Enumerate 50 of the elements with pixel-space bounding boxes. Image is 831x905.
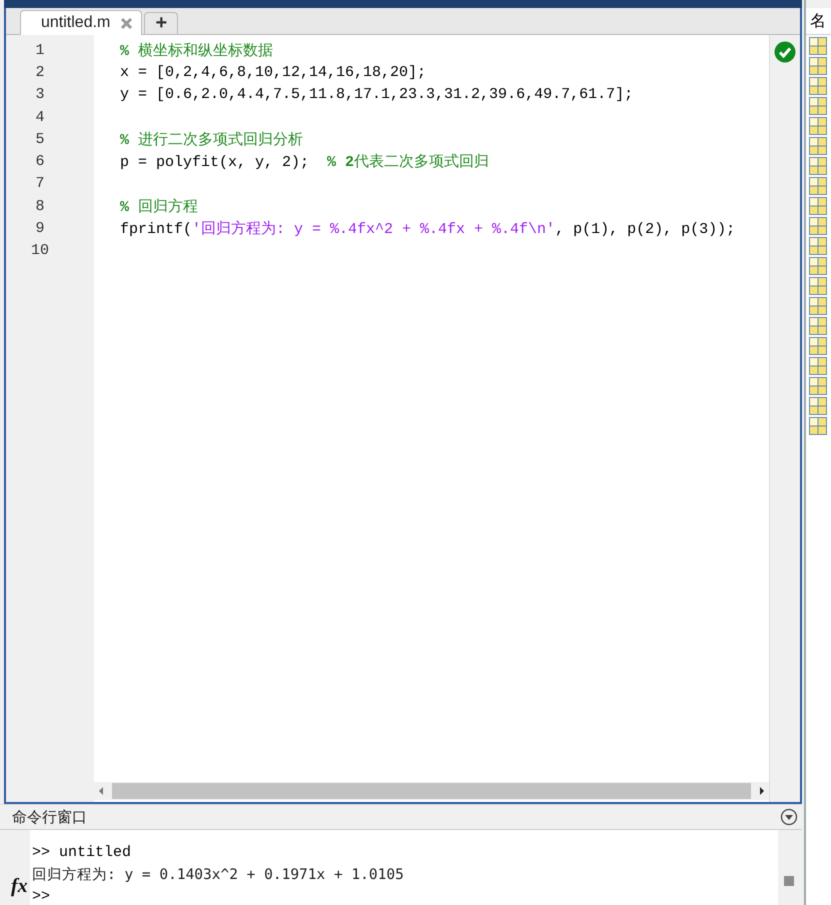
variable-icon[interactable] (809, 117, 827, 135)
code-line: % 回归方程 (120, 197, 198, 216)
dropdown-icon[interactable] (780, 808, 798, 826)
line-number: 6 (34, 153, 46, 170)
panel-title: 命令行窗口 (12, 808, 87, 826)
line-number: 1 (34, 42, 46, 59)
column-header[interactable]: 名 (806, 8, 831, 35)
variable-icon[interactable] (809, 177, 827, 195)
file-tab[interactable]: untitled.m (20, 10, 142, 35)
variable-icon[interactable] (809, 277, 827, 295)
variable-icon[interactable] (809, 197, 827, 215)
code-line: p = polyfit(x, y, 2); % 2代表二次多项式回归 (120, 152, 490, 172)
command-text: >> (32, 888, 50, 905)
variable-icon[interactable] (809, 417, 827, 435)
variable-icon[interactable] (809, 357, 827, 375)
variable-icon[interactable] (809, 97, 827, 115)
variable-icon[interactable] (809, 137, 827, 155)
variable-icon[interactable] (809, 297, 827, 315)
horizontal-scrollbar[interactable] (94, 782, 769, 800)
close-icon[interactable] (120, 16, 134, 30)
line-number: 8 (34, 198, 46, 215)
variable-icon[interactable] (809, 317, 827, 335)
line-number: 10 (30, 242, 50, 260)
command-text: >> untitled (32, 844, 132, 861)
variable-icon[interactable] (809, 257, 827, 275)
scroll-thumb[interactable] (112, 783, 751, 799)
variable-icon[interactable] (809, 217, 827, 235)
line-number: 2 (34, 64, 46, 81)
variable-icon[interactable] (809, 337, 827, 355)
line-number: 5 (34, 130, 46, 148)
code-line: % 进行二次多项式回归分析 (120, 130, 304, 149)
scroll-thumb[interactable] (784, 876, 794, 886)
code-line: % 横坐标和纵坐标数据 (120, 42, 274, 60)
line-number: 4 (34, 108, 46, 126)
variable-icon[interactable] (809, 57, 827, 75)
line-number: 3 (34, 86, 46, 104)
variable-icon[interactable] (809, 397, 827, 415)
line-number: 7 (34, 175, 46, 192)
function-label[interactable]: fx (11, 875, 28, 898)
variable-icon[interactable] (809, 157, 827, 175)
line-number: 9 (34, 220, 46, 238)
new-tab-button[interactable]: + (144, 12, 178, 34)
variable-icon[interactable] (809, 237, 827, 255)
variable-icon[interactable] (809, 37, 827, 55)
code-line: x = [0,2,4,6,8,10,12,14,16,18,20]; (120, 64, 426, 81)
variable-icon[interactable] (809, 77, 827, 95)
code-line: y = [0.6,2.0,4.4,7.5,11.8,17.1,23.3,31.2,39.6,49.7,61.7]; (120, 86, 634, 104)
variable-icon[interactable] (809, 377, 827, 395)
code-line: fprintf('回归方程为: y = %.4fx^2 + %.4fx + %.4f\n', p(1), p(2), p(3)); (120, 219, 736, 238)
output-text: 回归方程为: y = 0.1403x^2 + 0.1971x + 1.0105 (32, 867, 404, 883)
